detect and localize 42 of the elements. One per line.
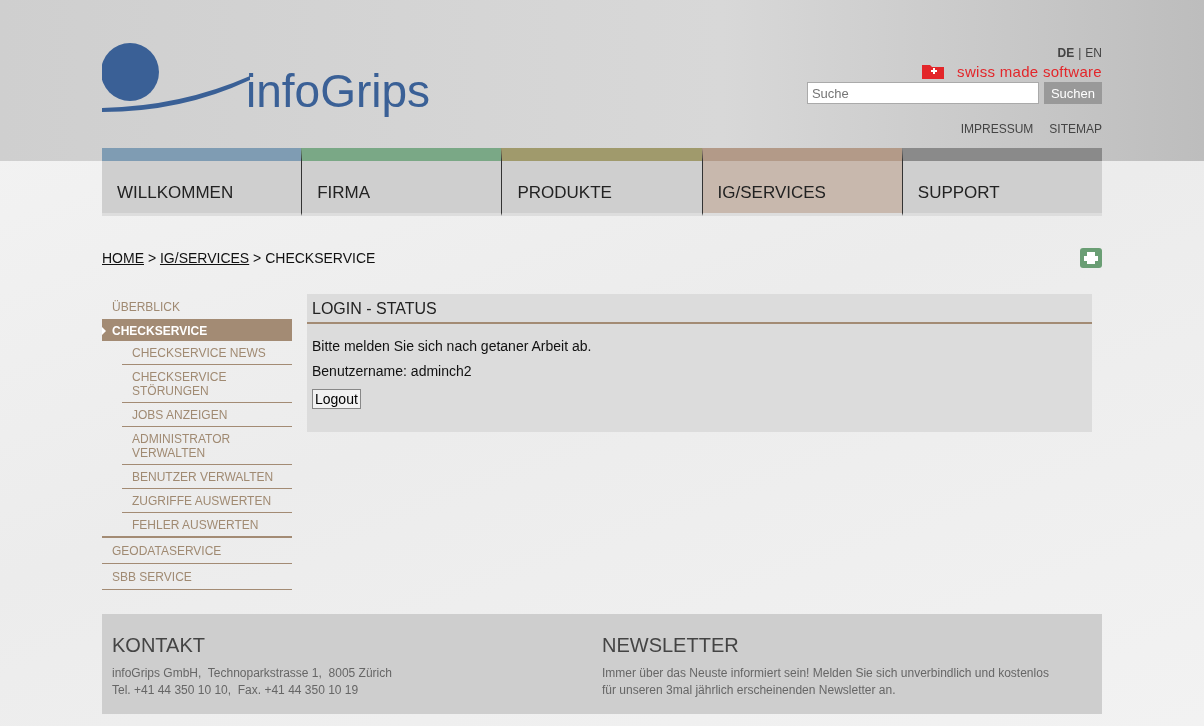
nav-tab[interactable]: FIRMA bbox=[301, 148, 502, 216]
badge-label: swiss made software bbox=[957, 62, 1102, 80]
language-link[interactable]: EN bbox=[1085, 46, 1102, 60]
breadcrumb-link[interactable]: IG/SERVICES bbox=[159, 250, 250, 266]
sidebar-item[interactable]: CHECKSERVICE bbox=[102, 320, 292, 341]
separator: | bbox=[1078, 46, 1082, 60]
sidebar-item[interactable]: JOBS ANZEIGEN bbox=[122, 403, 292, 427]
sidebar-item[interactable]: GEODATASERVICE bbox=[102, 538, 292, 564]
footer-text-line: infoGrips GmbH, Technoparkstrasse 1, 8005 Zürich bbox=[112, 665, 393, 682]
nav-tab[interactable]: WILLKOMMEN bbox=[102, 148, 302, 216]
logout-button[interactable]: Logout bbox=[312, 389, 361, 409]
sidebar-item[interactable]: CHECKSERVICE NEWS bbox=[122, 341, 292, 365]
footer-text-line: Immer über das Neuste informiert sein! Melden Sie sich unverbindlich und kostenlos bbox=[602, 665, 1050, 682]
sidebar-item[interactable]: BENUTZER VERWALTEN bbox=[122, 465, 292, 489]
breadcrumb-link[interactable]: HOME bbox=[102, 250, 144, 266]
username-value: adminch2 bbox=[410, 363, 472, 379]
footer-text-line: Tel. +41 44 350 10 10, Fax. +41 44 350 10 19 bbox=[112, 682, 360, 699]
language-link[interactable]: DE bbox=[1057, 46, 1075, 60]
search-field[interactable]: Suche bbox=[806, 82, 1039, 104]
username-label: Benutzername: bbox=[312, 363, 407, 379]
search-button[interactable]: Suchen bbox=[1043, 82, 1102, 104]
footer-heading: KONTAKT bbox=[112, 634, 206, 657]
sidebar-item[interactable]: ADMINISTRATOR VERWALTEN bbox=[122, 427, 292, 465]
sidebar-item[interactable]: ZUGRIFFE AUSWERTEN bbox=[122, 489, 292, 513]
swiss-folder-icon bbox=[921, 62, 946, 80]
nav-tab[interactable]: IG/SERVICES bbox=[701, 148, 902, 216]
header-link[interactable]: SITEMAP bbox=[1049, 122, 1102, 136]
breadcrumb-separator: > bbox=[146, 250, 158, 266]
printer-icon bbox=[1084, 252, 1098, 264]
footer-heading: NEWSLETTER bbox=[602, 634, 740, 657]
header-link[interactable]: IMPRESSUM bbox=[960, 122, 1034, 136]
nav-tab[interactable]: PRODUKTE bbox=[501, 148, 702, 216]
sidebar-item[interactable]: FEHLER AUSWERTEN bbox=[122, 513, 292, 536]
print-button[interactable] bbox=[1080, 248, 1102, 268]
logout-message: Bitte melden Sie sich nach getaner Arbeit ab. bbox=[311, 338, 593, 354]
breadcrumb-current: CHECKSERVICE bbox=[265, 250, 376, 266]
sidebar-item[interactable]: SBB SERVICE bbox=[102, 564, 292, 590]
sidebar-item[interactable]: CHECKSERVICE STÖRUNGEN bbox=[122, 365, 292, 403]
panel-title: LOGIN - STATUS bbox=[307, 294, 1092, 324]
footer-text-line: für unseren 3mal jährlich erscheinenden Newsletter an. bbox=[602, 682, 897, 699]
breadcrumb-separator: > bbox=[252, 250, 263, 266]
nav-tab[interactable]: SUPPORT bbox=[901, 148, 1102, 216]
